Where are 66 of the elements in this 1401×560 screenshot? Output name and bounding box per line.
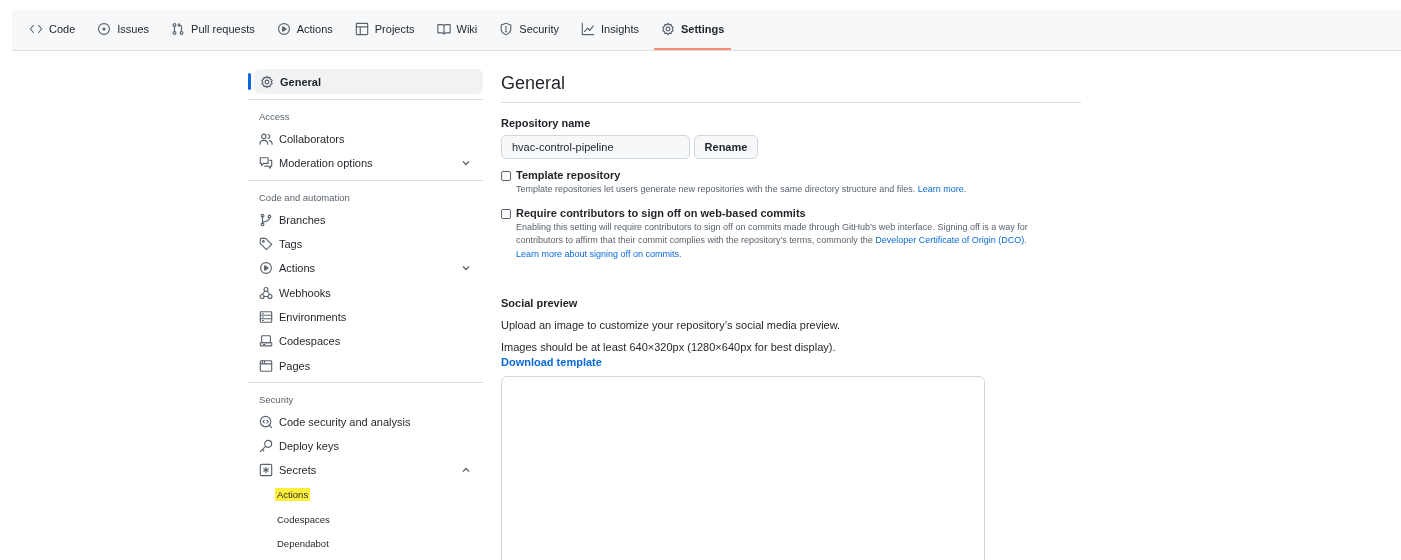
option-description: Template repositories let users generate new repositories with the same directory structure and files. Learn more. <box>516 183 968 196</box>
sidebar-item[interactable]: Branches <box>248 207 483 232</box>
sidebar-item[interactable]: Deploy keys <box>248 433 483 459</box>
book-icon <box>436 22 451 36</box>
line-graph-icon <box>581 22 596 36</box>
link[interactable]: Learn more <box>917 184 964 194</box>
sidebar-item[interactable]: Secrets <box>248 458 483 483</box>
pull-request-icon <box>171 22 186 36</box>
option-label: Template repository <box>516 169 621 181</box>
section-heading: Access <box>258 111 291 122</box>
sidebar-subitem[interactable]: Dependabot <box>275 536 331 550</box>
branch-icon <box>259 212 273 227</box>
sidebar-item[interactable]: Moderation options <box>248 151 483 176</box>
comments-icon <box>259 156 273 171</box>
server-icon <box>259 309 273 324</box>
key-icon <box>259 439 273 454</box>
code-scan-icon <box>259 414 273 429</box>
webhook-icon <box>259 285 273 300</box>
rename-button[interactable]: Rename <box>694 135 758 159</box>
tab[interactable]: Actions <box>269 10 340 50</box>
play-icon <box>259 261 273 276</box>
issue-icon <box>97 22 112 36</box>
sidebar-item[interactable]: Codespaces <box>248 329 483 354</box>
tab[interactable]: Projects <box>347 10 422 50</box>
tab[interactable]: Code <box>22 10 83 50</box>
repository-name-field[interactable]: hvac-control-pipeline <box>501 135 690 159</box>
sidebar-subitem[interactable]: Actions <box>275 488 311 502</box>
tab[interactable]: Issues <box>90 10 157 50</box>
link[interactable]: Learn more about signing off on commits <box>516 248 679 259</box>
option-description: Enabling this setting will require contributors to sign off on commits made through GitHub’s web interface. Signing off is a way for contributors to affirm that their commit complies with the repository’s terms, commonly the Developer Certificate of Origin (DCO). Learn more about signing off on commits. <box>516 220 1029 261</box>
field-label: Repository name <box>501 117 591 129</box>
sidebar-item[interactable]: Actions <box>248 256 483 281</box>
section-heading: Social preview <box>501 297 578 309</box>
checkbox[interactable] <box>501 208 511 219</box>
laptop-icon <box>259 334 273 349</box>
sidebar-item[interactable]: Code security and analysis <box>248 409 483 434</box>
section-heading: Security <box>258 393 295 405</box>
settings-icon <box>260 74 274 89</box>
sidebar-item[interactable]: Collaborators <box>248 127 483 152</box>
asterisk-icon <box>259 463 273 478</box>
tag-icon <box>259 237 273 252</box>
tab[interactable]: Wiki <box>429 10 485 50</box>
sidebar-item[interactable]: Webhooks <box>248 280 483 305</box>
help-text: Upload an image to customize your repository’s social media preview. <box>501 319 841 331</box>
tab[interactable]: Security <box>492 10 567 50</box>
tab[interactable]: Settings <box>653 10 732 50</box>
tab[interactable]: Insights <box>574 10 646 50</box>
sidebar-item[interactable]: Tags <box>248 231 483 257</box>
table-icon <box>354 22 369 36</box>
sidebar-subitem[interactable]: Codespaces <box>275 512 332 526</box>
play-icon <box>276 22 291 36</box>
people-icon <box>259 132 273 147</box>
tab[interactable]: Pull requests <box>164 10 262 50</box>
shield-icon <box>499 22 514 36</box>
browser-icon <box>259 358 273 373</box>
sidebar-item[interactable]: Environments <box>248 304 483 330</box>
checkbox[interactable] <box>501 171 511 181</box>
section-heading: Code and automation <box>258 191 351 203</box>
code-icon <box>29 22 43 36</box>
sidebar-item[interactable]: Pages <box>248 353 483 378</box>
sidebar-item[interactable]: General <box>254 69 483 94</box>
page-title: General <box>501 69 1081 103</box>
option-label: Require contributors to sign off on web-based commits <box>516 206 806 219</box>
download-template-link[interactable]: Download template <box>501 356 602 368</box>
settings-icon <box>660 22 675 36</box>
help-text: Images should be at least 640×320px (1280×640px for best display). <box>501 341 836 353</box>
